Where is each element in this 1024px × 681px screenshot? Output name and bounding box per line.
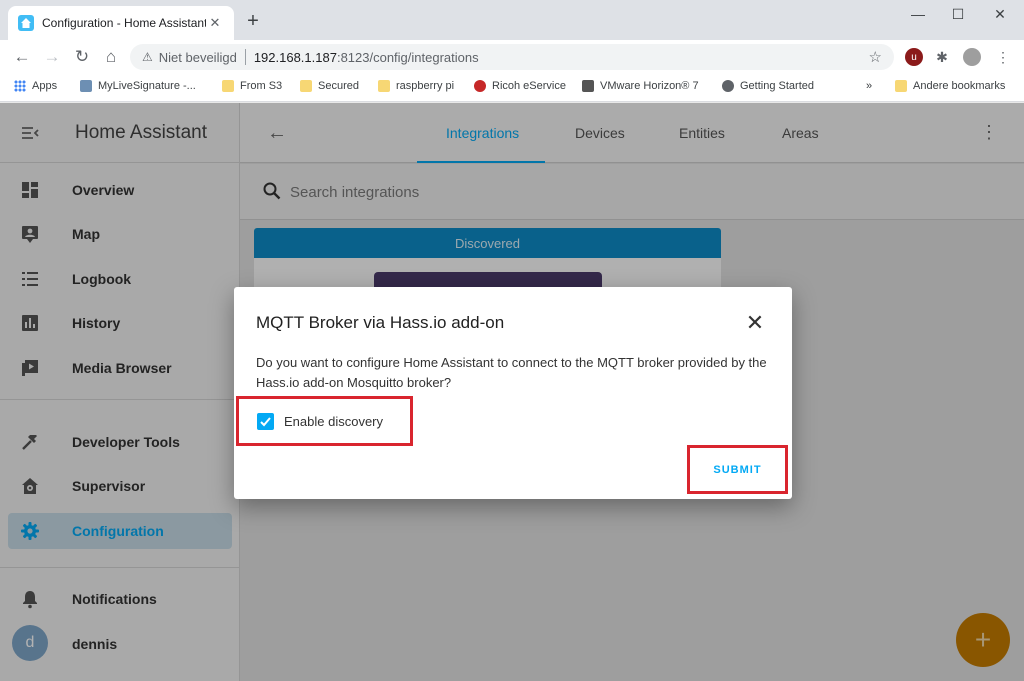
bookmark-apps[interactable]: Apps: [14, 80, 57, 92]
browser-tab[interactable]: Configuration - Home Assistant ✕: [8, 6, 234, 40]
bookmark-getting-started[interactable]: Getting Started: [722, 80, 814, 92]
folder-icon: [300, 80, 312, 92]
bookmark-label: Ricoh eService: [492, 80, 566, 92]
bookmark-raspberry-pi[interactable]: raspberry pi: [378, 80, 454, 92]
bookmark-ricoh[interactable]: Ricoh eService: [474, 80, 566, 92]
home-assistant-favicon-icon: [18, 15, 34, 31]
enable-discovery-label[interactable]: Enable discovery: [284, 414, 383, 429]
ricoh-icon: [474, 80, 486, 92]
reload-icon[interactable]: ↻: [72, 47, 92, 67]
folder-icon: [222, 80, 234, 92]
tab-close-icon[interactable]: ✕: [206, 15, 224, 31]
dialog-title: MQTT Broker via Hass.io add-on: [256, 313, 505, 332]
bookmark-label: MyLiveSignature -...: [98, 80, 196, 92]
address-path: :8123/config/integrations: [336, 49, 479, 65]
home-nav-icon[interactable]: ⌂: [101, 47, 121, 67]
browser-menu-icon[interactable]: ⋮: [994, 48, 1012, 66]
bookmark-label: Apps: [32, 80, 58, 92]
warning-icon: ⚠: [142, 50, 153, 64]
enable-discovery-highlight: Enable discovery: [236, 396, 413, 446]
window-close-icon[interactable]: ✕: [980, 6, 1020, 26]
bookmark-label: Secured: [318, 80, 359, 92]
bookmark-label: Andere bookmarks: [913, 80, 1006, 92]
close-icon[interactable]: ✕: [744, 312, 766, 335]
bookmark-secured[interactable]: Secured: [300, 80, 359, 92]
bookmark-from-s3[interactable]: From S3: [222, 80, 282, 92]
security-label: Niet beveiligd: [158, 49, 237, 65]
bookmark-vmware[interactable]: VMware Horizon® 7: [582, 80, 699, 92]
signature-icon: [80, 80, 92, 92]
globe-icon: [722, 80, 734, 92]
address-host: 192.168.1.187: [253, 49, 337, 65]
bookmarks-bar: Apps MyLiveSignature -... From S3 Secure…: [0, 74, 1024, 102]
extensions-puzzle-icon[interactable]: ✱: [933, 48, 951, 66]
browser-toolbar: ← → ↻ ⌂ ⚠ Niet beveiligd 192.168.1.187 :…: [0, 40, 1024, 74]
browser-tab-bar: Configuration - Home Assistant ✕ + — ☐ ✕: [0, 0, 1024, 40]
back-nav-icon[interactable]: ←: [12, 47, 32, 67]
enable-discovery-checkbox[interactable]: [257, 412, 274, 430]
bookmark-other[interactable]: Andere bookmarks: [895, 80, 1005, 92]
folder-icon: [378, 80, 390, 92]
config-flow-dialog: MQTT Broker via Hass.io add-on ✕ Do you …: [234, 287, 792, 499]
vmware-icon: [582, 80, 594, 92]
address-separator: [244, 49, 246, 65]
maximize-icon[interactable]: ☐: [938, 6, 978, 26]
bookmark-label: Getting Started: [740, 80, 814, 92]
bookmark-label: VMware Horizon® 7: [600, 80, 699, 92]
bookmark-mylivesignature[interactable]: MyLiveSignature -...: [80, 80, 196, 92]
profile-avatar-icon[interactable]: [963, 48, 981, 66]
bookmarks-overflow-icon[interactable]: »: [866, 80, 872, 92]
minimize-icon[interactable]: —: [898, 6, 938, 26]
bookmark-star-icon[interactable]: ☆: [869, 48, 882, 66]
checkmark-icon: [260, 416, 271, 426]
forward-nav-icon[interactable]: →: [42, 47, 62, 67]
submit-highlight: SUBMIT: [687, 445, 788, 494]
apps-grid-icon: [14, 80, 26, 92]
browser-tab-title: Configuration - Home Assistant: [42, 16, 206, 30]
bookmark-label: From S3: [240, 80, 283, 92]
folder-icon: [895, 80, 907, 92]
address-bar[interactable]: ⚠ Niet beveiligd 192.168.1.187 :8123/con…: [130, 44, 894, 70]
dialog-body-text: Do you want to configure Home Assistant …: [256, 355, 767, 390]
new-tab-icon[interactable]: +: [243, 11, 263, 31]
ublock-extension-icon[interactable]: u: [905, 48, 923, 66]
bookmark-label: raspberry pi: [396, 80, 455, 92]
submit-button[interactable]: SUBMIT: [713, 464, 761, 476]
